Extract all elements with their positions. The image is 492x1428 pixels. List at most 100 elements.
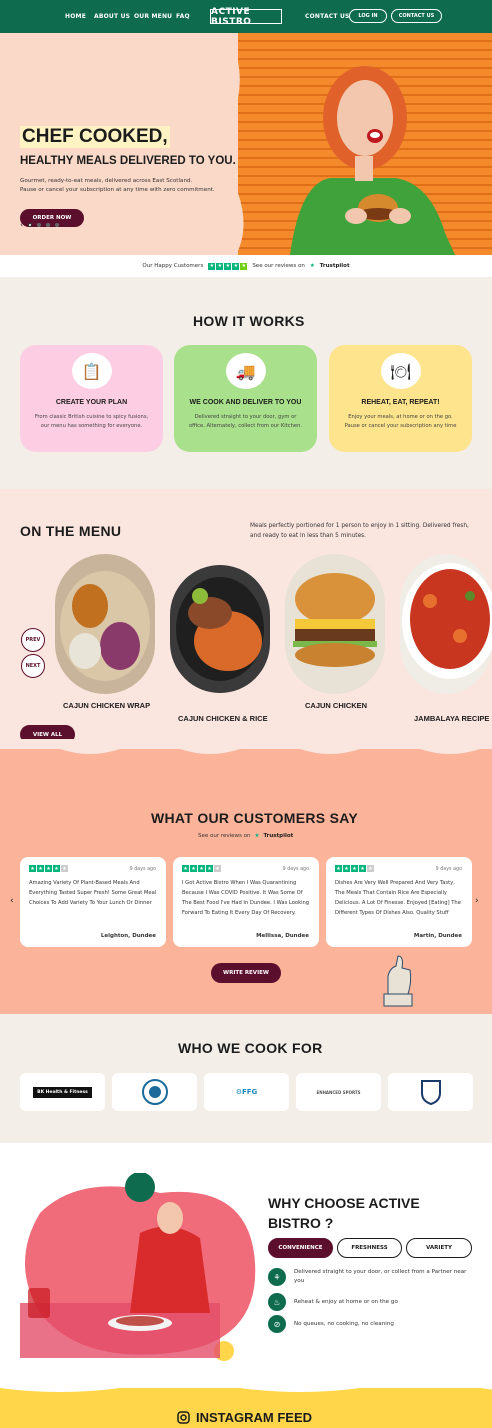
review-text: Dishes Are Very Well Prepared And Very T… xyxy=(335,880,461,916)
happy-customers-label: Our Happy Customers xyxy=(142,263,204,269)
reheat-icon: ♨ xyxy=(268,1293,286,1311)
menu-prev-button[interactable]: PREV xyxy=(21,628,45,652)
hero-desc-line2: Pause or cancel your subscription at any… xyxy=(20,187,215,193)
trustpilot-link[interactable]: Trustpilot xyxy=(320,263,350,269)
review-card: ★ ★ ★ ★ ★ 9 days ago Amazing Variety Of Plan… xyxy=(20,857,166,947)
carousel-next-icon[interactable]: › xyxy=(64,220,67,229)
star-icon: ★ xyxy=(53,865,60,872)
partner-logo: BK Health & Fitness xyxy=(20,1073,105,1111)
instagram-title: INSTAGRAM FEED xyxy=(196,1410,313,1425)
why-title-line2: BISTRO ? xyxy=(268,1215,334,1231)
review-date: 9 days ago xyxy=(282,867,309,872)
review-text: Amazing Variety Of Plant-Based Meals And… xyxy=(29,880,157,906)
carousel-controls: ‹ › xyxy=(20,220,67,229)
menu-dish-images xyxy=(55,554,492,694)
tab-convenience[interactable]: CONVENIENCE xyxy=(268,1238,333,1258)
nav-contact[interactable]: CONTACT US xyxy=(305,13,350,20)
dish-name[interactable]: CAJUN CHICKEN & RICE xyxy=(178,714,268,723)
menu-section: ON THE MENU Meals perfectly portioned fo… xyxy=(0,489,492,749)
site-logo[interactable]: ACTIVE BISTRO xyxy=(210,7,282,27)
menu-next-button[interactable]: NEXT xyxy=(21,654,45,678)
hero-description: Gourmet, ready-to-eat meals, delivered a… xyxy=(20,177,240,195)
partner-logo-text: FFG xyxy=(241,1088,258,1096)
why-feature-text: Reheat & enjoy at home or on the go xyxy=(294,1298,398,1305)
why-title: WHY CHOOSE ACTIVE BISTRO ? xyxy=(268,1193,420,1233)
star-icon: ★ xyxy=(198,865,205,872)
shield-crest-icon xyxy=(420,1080,441,1105)
how-card-deliver: 🚚 WE COOK AND DELIVER TO YOU Delivered s… xyxy=(174,345,317,452)
carousel-dot[interactable] xyxy=(37,222,42,227)
star-icon: ★ xyxy=(61,865,68,872)
how-it-works-section: HOW IT WORKS 📋 CREATE YOUR PLAN From cla… xyxy=(0,277,492,489)
trustpilot-star-icon: ★ xyxy=(254,833,260,839)
partner-logo-text: BK Health & Fitness xyxy=(33,1086,92,1098)
star-icon: ★ xyxy=(335,865,342,872)
dish-name[interactable]: CAJUN CHICKEN xyxy=(305,701,367,710)
star-icon: ★ xyxy=(359,865,366,872)
reviews-next-icon[interactable]: › xyxy=(475,896,479,906)
dish-name[interactable]: JAMBALAYA RECIPE xyxy=(414,714,489,723)
star-icon: ★ xyxy=(351,865,358,872)
hero-section: CHEF COOKED, HEALTHY MEALS DELIVERED TO … xyxy=(0,33,492,255)
login-button[interactable]: LOG IN xyxy=(349,9,387,23)
how-card-desc: Delivered straight to your door, gym or … xyxy=(188,414,303,429)
nav-menu[interactable]: OUR MENU xyxy=(134,13,172,20)
clipboard-icon: 📋 xyxy=(71,353,112,389)
carousel-dot[interactable] xyxy=(46,222,51,227)
star-icon: ★ xyxy=(224,262,232,270)
review-author: Martin, Dundee xyxy=(413,933,462,939)
why-title-line1: WHY CHOOSE ACTIVE xyxy=(268,1195,420,1211)
partner-logo-text: ENHANCED SPORTS xyxy=(316,1089,361,1095)
how-card-plan: 📋 CREATE YOUR PLAN From classic British … xyxy=(20,345,163,452)
write-review-button[interactable]: WRITE REVIEW xyxy=(211,963,281,983)
nav-home[interactable]: HOME xyxy=(65,13,86,20)
how-card-title: CREATE YOUR PLAN xyxy=(55,399,128,406)
trustpilot-star-icon: ★ xyxy=(309,263,315,269)
tab-variety[interactable]: VARIETY xyxy=(406,1238,472,1258)
reviews-trustpilot-line: See our reviews on ★ Trustpilot xyxy=(198,833,293,839)
hero-subtitle: HEALTHY MEALS DELIVERED TO YOU. xyxy=(20,155,236,167)
star-icon: ★ xyxy=(343,865,350,872)
review-text: I Got Active Bistro When I Was Quarantin… xyxy=(182,880,310,916)
star-icon: ★ xyxy=(206,865,213,872)
how-card-reheat: 🍽 REHEAT, EAT, REPEAT! Enjoy your meals,… xyxy=(329,345,472,452)
tab-freshness[interactable]: FRESHNESS xyxy=(337,1238,402,1258)
carousel-dot[interactable] xyxy=(55,222,60,227)
no-queue-icon: ⊘ xyxy=(268,1315,286,1333)
how-card-title: WE COOK AND DELIVER TO YOU xyxy=(189,399,302,406)
how-title: HOW IT WORKS xyxy=(193,313,305,329)
instagram-section: INSTAGRAM FEED xyxy=(0,1380,492,1428)
thumbs-up-icon xyxy=(383,955,413,1007)
instagram-icon xyxy=(177,1411,190,1424)
reviews-title: WHAT OUR CUSTOMERS SAY xyxy=(151,810,359,826)
star-icon: ★ xyxy=(214,865,221,872)
star-icon: ★ xyxy=(37,865,44,872)
how-card-desc: Enjoy your meals, at home or on the go. … xyxy=(344,414,457,429)
menu-title: ON THE MENU xyxy=(20,523,122,539)
why-feature-text: Delivered straight to your door, or coll… xyxy=(294,1269,467,1284)
carousel-prev-icon[interactable]: ‹ xyxy=(20,220,23,229)
review-author: Leighton, Dundee xyxy=(100,933,156,939)
nav-faq[interactable]: FAQ xyxy=(176,13,190,20)
how-card-title: REHEAT, EAT, REPEAT! xyxy=(361,399,440,406)
crest-icon xyxy=(141,1079,168,1105)
dish-name[interactable]: CAJUN CHICKEN WRAP xyxy=(63,701,150,710)
review-date: 9 days ago xyxy=(435,867,462,872)
rating-stars: ★ ★ ★ ★ ★ xyxy=(208,262,248,270)
reviews-prev-icon[interactable]: ‹ xyxy=(10,896,14,906)
trustpilot-link[interactable]: Trustpilot xyxy=(263,833,293,839)
contact-button[interactable]: CONTACT US xyxy=(391,9,442,23)
partner-logo: ENHANCED SPORTS xyxy=(296,1073,381,1111)
star-icon: ★ xyxy=(29,865,36,872)
plate-cutlery-icon: 🍽 xyxy=(380,353,421,389)
star-icon: ★ xyxy=(216,262,224,270)
partner-logo xyxy=(388,1073,473,1111)
review-author: Mellissa, Dundee xyxy=(256,933,309,939)
instagram-heading: INSTAGRAM FEED xyxy=(177,1410,312,1425)
carousel-dot[interactable] xyxy=(28,222,33,227)
nav-about[interactable]: ABOUT US xyxy=(94,13,130,20)
hero-title: CHEF COOKED, xyxy=(20,126,170,148)
delivery-icon: ⚘ xyxy=(268,1268,286,1286)
why-feature-text: No queues, no cooking, no cleaning xyxy=(294,1320,394,1327)
how-card-desc: From classic British cuisine to spicy fu… xyxy=(34,414,149,429)
